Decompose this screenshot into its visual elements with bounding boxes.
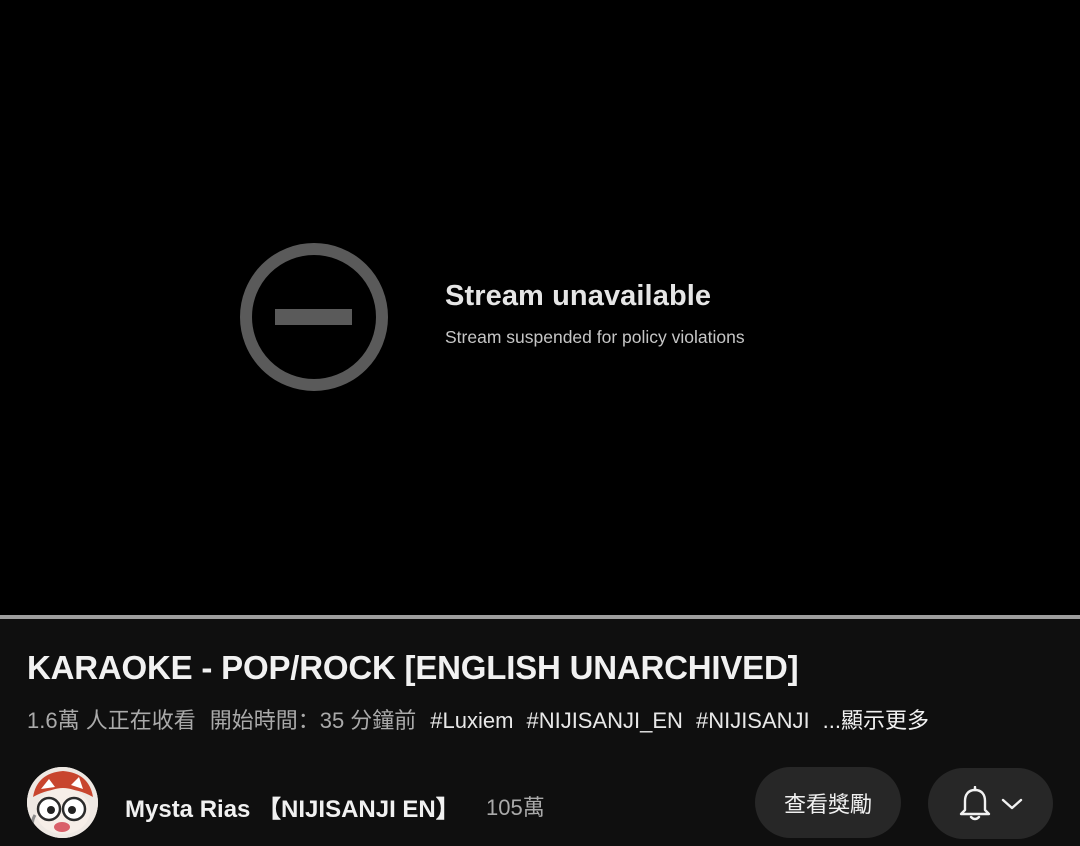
hashtag-link[interactable]: #Luxiem (430, 708, 513, 734)
hashtag-link[interactable]: #NIJISANJI (696, 708, 810, 734)
chevron-down-icon (1001, 798, 1022, 809)
video-player[interactable]: Stream unavailable Stream suspended for … (0, 0, 1080, 617)
video-info-panel: KARAOKE - POP/ROCK [ENGLISH UNARCHIVED] … (0, 619, 1080, 846)
hashtag-link[interactable]: #NIJISANJI_EN (526, 708, 683, 734)
channel-name[interactable]: Mysta Rias 【NIJISANJI EN】 (125, 789, 460, 824)
subscriber-count: 105萬 (486, 795, 545, 820)
video-meta[interactable]: 1.6萬 人正在收看 開始時間：35 分鐘前 #Luxiem #NIJISANJ… (27, 703, 929, 735)
channel-row: Mysta Rias 【NIJISANJI EN】 105萬 查看獎勵 (0, 767, 1080, 839)
avatar-image (27, 767, 98, 838)
view-rewards-button[interactable]: 查看獎勵 (755, 767, 901, 838)
show-more-link[interactable]: ...顯示更多 (823, 703, 929, 735)
viewer-count: 1.6萬 人正在收看 (27, 708, 196, 733)
start-time: 開始時間：35 分鐘前 (209, 708, 417, 733)
notifications-button[interactable] (928, 768, 1053, 839)
bell-icon (959, 785, 990, 820)
stream-status-title: Stream unavailable (445, 280, 712, 312)
unavailable-icon (240, 243, 388, 391)
avatar[interactable] (27, 767, 98, 838)
video-title: KARAOKE - POP/ROCK [ENGLISH UNARCHIVED] (27, 649, 799, 686)
stream-status-message: Stream suspended for policy violations (445, 327, 745, 347)
